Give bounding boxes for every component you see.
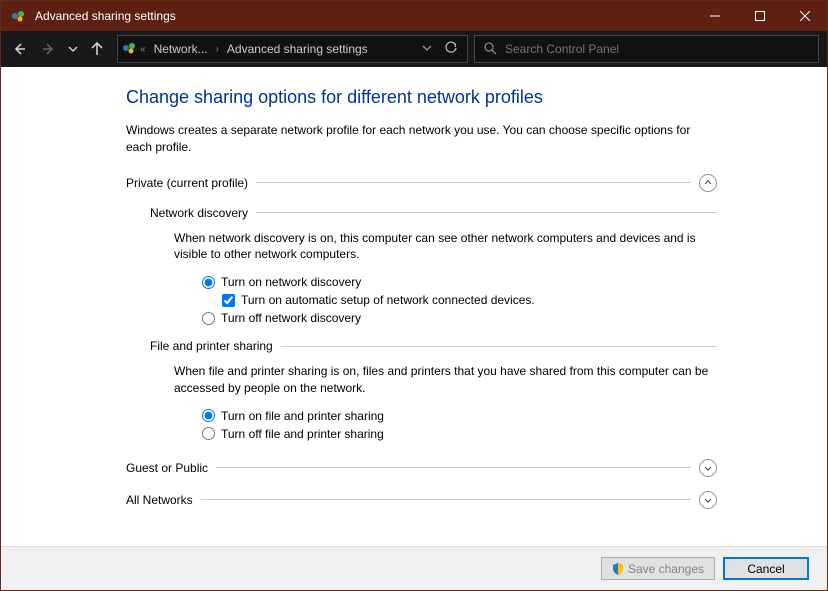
all-networks-header[interactable]: All Networks [126,491,717,509]
address-bar[interactable]: « Network... › Advanced sharing settings [117,35,468,63]
nav-bar: « Network... › Advanced sharing settings [1,31,827,67]
page-description: Windows creates a separate network profi… [126,122,717,156]
radio-input[interactable] [202,409,215,422]
content-area: Change sharing options for different net… [1,67,827,546]
radio-input[interactable] [202,312,215,325]
close-button[interactable] [782,1,827,31]
radio-input[interactable] [202,427,215,440]
network-discovery-header: Network discovery [150,206,717,220]
back-button[interactable] [5,35,33,63]
radio-label: Turn on file and printer sharing [221,409,384,423]
address-dropdown-icon[interactable] [417,42,437,56]
section-label: File and printer sharing [150,339,281,353]
expand-icon[interactable] [699,491,717,509]
section-text: When file and printer sharing is on, fil… [174,363,717,397]
network-discovery-body: When network discovery is on, this compu… [174,230,717,326]
profile-label: Private (current profile) [126,176,256,190]
radio-discovery-on[interactable]: Turn on network discovery [202,275,717,289]
guest-public-header[interactable]: Guest or Public [126,459,717,477]
radio-label: Turn off file and printer sharing [221,427,384,441]
checkbox-input[interactable] [222,294,235,307]
control-panel-window: Advanced sharing settings « [0,0,828,591]
shield-icon [612,563,624,575]
file-printer-sharing-header: File and printer sharing [150,339,717,353]
file-printer-sharing-body: When file and printer sharing is on, fil… [174,363,717,441]
button-label: Cancel [747,562,784,576]
window-title: Advanced sharing settings [35,9,176,23]
search-icon [483,41,497,58]
search-bar[interactable] [474,35,819,63]
chevron-left-icon: « [138,44,148,55]
recent-locations-button[interactable] [65,35,81,63]
forward-button[interactable] [35,35,63,63]
up-button[interactable] [83,35,111,63]
breadcrumb-segment[interactable]: Network... [150,40,212,58]
maximize-button[interactable] [737,1,782,31]
radio-label: Turn off network discovery [221,311,361,325]
control-panel-icon [122,41,136,58]
radio-input[interactable] [202,276,215,289]
save-changes-button[interactable]: Save changes [601,557,715,580]
profile-label: Guest or Public [126,461,216,475]
page-title: Change sharing options for different net… [126,87,717,108]
radio-label: Turn on network discovery [221,275,361,289]
search-input[interactable] [505,42,810,56]
app-icon [9,7,27,25]
button-label: Save changes [628,562,704,576]
radio-fps-off[interactable]: Turn off file and printer sharing [202,427,717,441]
section-text: When network discovery is on, this compu… [174,230,717,264]
collapse-icon[interactable] [699,174,717,192]
chevron-right-icon: › [214,44,221,55]
breadcrumb-segment[interactable]: Advanced sharing settings [223,40,372,58]
footer-bar: Save changes Cancel [1,546,827,590]
profile-label: All Networks [126,493,201,507]
radio-fps-on[interactable]: Turn on file and printer sharing [202,409,717,423]
expand-icon[interactable] [699,459,717,477]
cancel-button[interactable]: Cancel [723,557,809,580]
minimize-button[interactable] [692,1,737,31]
section-label: Network discovery [150,206,256,220]
checkbox-auto-setup[interactable]: Turn on automatic setup of network conne… [222,293,717,307]
radio-discovery-off[interactable]: Turn off network discovery [202,311,717,325]
title-bar: Advanced sharing settings [1,1,827,31]
private-profile-header[interactable]: Private (current profile) [126,174,717,192]
refresh-button[interactable] [439,41,463,58]
checkbox-label: Turn on automatic setup of network conne… [241,293,535,307]
